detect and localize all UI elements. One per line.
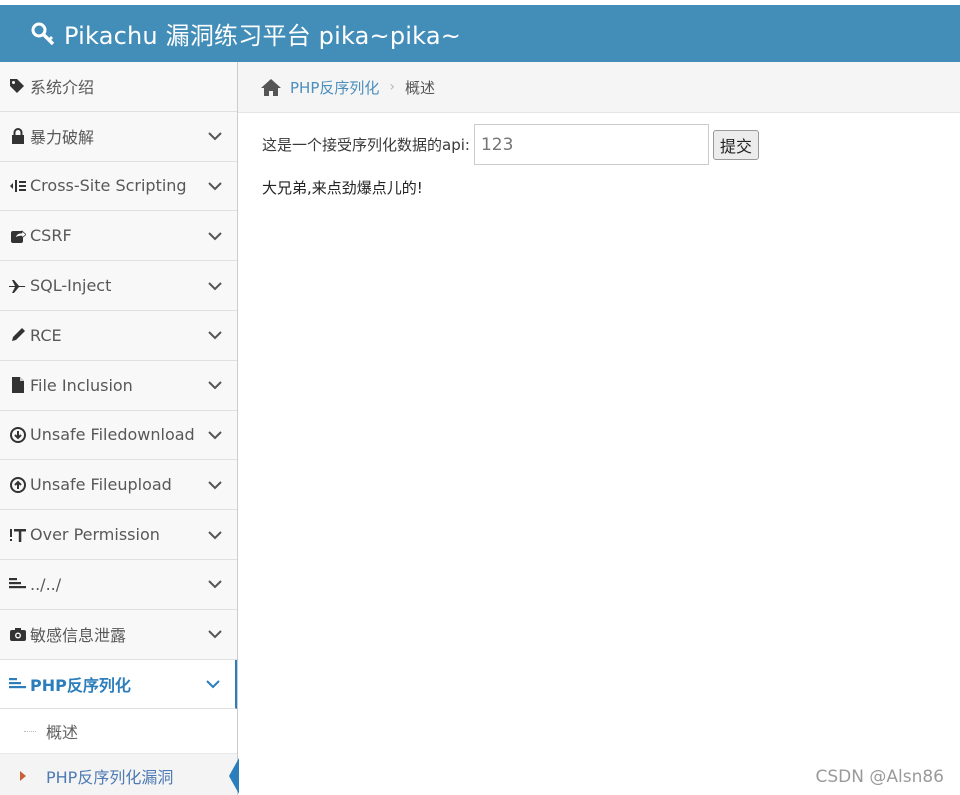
sidebar-item-label: 敏感信息泄露 xyxy=(30,626,127,646)
upload-icon xyxy=(8,475,28,495)
plane-icon xyxy=(8,276,28,296)
submenu: 概述 PHP反序列化漏洞 xyxy=(0,709,239,795)
sidebar-item-label: Unsafe Fileupload xyxy=(30,475,172,495)
api-input[interactable] xyxy=(473,124,709,165)
sidebar-item-filedownload[interactable]: Unsafe Filedownload xyxy=(0,410,237,461)
top-header: Pikachu 漏洞练习平台 pika~pika~ xyxy=(0,5,960,62)
chevron-down-icon xyxy=(205,676,221,692)
sidebar-item-rce[interactable]: RCE xyxy=(0,310,237,361)
api-form: 这是一个接受序列化数据的api: 提交 xyxy=(262,124,759,165)
submenu-item-label: PHP反序列化漏洞 xyxy=(46,768,174,788)
main-content: 这是一个接受序列化数据的api: 提交 大兄弟,来点劲爆点儿的! xyxy=(262,124,759,198)
breadcrumb-link[interactable]: PHP反序列化 xyxy=(290,77,379,98)
chevron-down-icon xyxy=(207,477,223,493)
breadcrumb-current: 概述 xyxy=(404,78,435,97)
sidebar-item-csrf[interactable]: CSRF xyxy=(0,211,237,262)
sidebar-item-label: RCE xyxy=(30,325,62,345)
sidebar-item-label: CSRF xyxy=(30,226,72,246)
sidebar-item-label: ../../ xyxy=(30,574,62,594)
chevron-down-icon xyxy=(207,128,223,144)
chevron-down-icon xyxy=(207,576,223,592)
submenu-item-label: 概述 xyxy=(46,723,79,743)
sidebar-item-label: File Inclusion xyxy=(30,375,133,395)
submenu-item-php-unserialize-vuln[interactable]: PHP反序列化漏洞 xyxy=(0,754,239,795)
file-icon xyxy=(8,375,28,395)
chevron-down-icon xyxy=(207,178,223,194)
sidebar-item-label: Cross-Site Scripting xyxy=(30,176,187,196)
camera-icon xyxy=(8,624,28,644)
indent-icon xyxy=(8,176,28,196)
text-height-icon xyxy=(8,525,28,545)
sidebar-item-over-permission[interactable]: Over Permission xyxy=(0,510,237,560)
sidebar-item-label: SQL-Inject xyxy=(30,276,112,296)
download-icon xyxy=(8,425,28,445)
tags-icon xyxy=(8,76,28,96)
chevron-down-icon xyxy=(207,527,223,543)
api-prompt-label: 这是一个接受序列化数据的api: xyxy=(262,136,470,154)
caret-right-icon xyxy=(20,771,26,782)
sidebar-item-info-leak[interactable]: 敏感信息泄露 xyxy=(0,609,237,660)
sidebar-item-label: 系统介绍 xyxy=(30,78,95,98)
sidebar-item-bruteforce[interactable]: 暴力破解 xyxy=(0,111,237,162)
tree-dash xyxy=(24,731,36,733)
result-message: 大兄弟,来点劲爆点儿的! xyxy=(262,179,423,197)
sidebar-item-intro[interactable]: 系统介绍 xyxy=(0,62,237,112)
watermark: CSDN @Alsn86 xyxy=(815,767,945,787)
lock-icon xyxy=(8,126,28,146)
sidebar-item-label: PHP反序列化 xyxy=(30,675,131,695)
sidebar-item-file-inclusion[interactable]: File Inclusion xyxy=(0,360,237,411)
chevron-down-icon xyxy=(207,327,223,343)
app-title: Pikachu 漏洞练习平台 pika~pika~ xyxy=(64,22,462,50)
submit-button[interactable]: 提交 xyxy=(712,129,759,160)
align-left-icon xyxy=(8,574,28,594)
pencil-icon xyxy=(8,325,28,345)
sidebar-item-label: 暴力破解 xyxy=(30,128,95,148)
sidebar-item-label: Unsafe Filedownload xyxy=(30,425,195,445)
sidebar-item-xss[interactable]: Cross-Site Scripting xyxy=(0,161,237,212)
selected-indicator xyxy=(229,758,239,795)
sidebar-item-php-unserialize[interactable]: PHP反序列化 xyxy=(0,659,237,710)
chevron-down-icon xyxy=(207,278,223,294)
share-icon xyxy=(8,226,28,246)
chevron-down-icon xyxy=(207,377,223,393)
chevron-down-icon xyxy=(207,228,223,244)
sidebar-item-label: Over Permission xyxy=(30,525,160,545)
breadcrumb: PHP反序列化 › 概述 xyxy=(238,62,960,113)
key-icon xyxy=(30,20,58,48)
chevron-right-icon: › xyxy=(389,79,395,95)
sidebar: 系统介绍 暴力破解 Cross-Site Scripting CSRF SQL-… xyxy=(0,62,239,795)
align-left-icon xyxy=(8,674,28,694)
sidebar-item-dir-traversal[interactable]: ../../ xyxy=(0,559,237,610)
sidebar-item-sqli[interactable]: SQL-Inject xyxy=(0,261,237,311)
home-icon[interactable] xyxy=(260,76,282,98)
chevron-down-icon xyxy=(207,427,223,443)
sidebar-item-fileupload[interactable]: Unsafe Fileupload xyxy=(0,460,237,511)
submenu-item-overview[interactable]: 概述 xyxy=(0,709,237,755)
chevron-down-icon xyxy=(207,626,223,642)
